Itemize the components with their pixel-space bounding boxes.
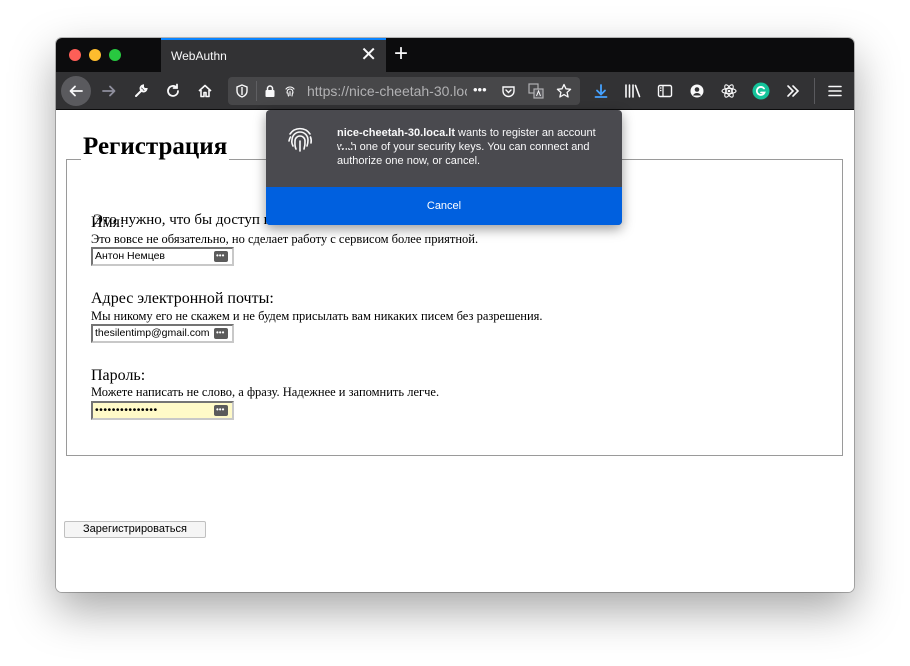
popup-message: nice-cheetah-30.loca.lt wants to registe… [337, 126, 607, 168]
name-input[interactable]: Антон Немцев [91, 247, 234, 266]
email-input[interactable]: thesilentimp@gmail.com [91, 324, 234, 343]
password-label: Пароль: [91, 367, 146, 384]
forward-button[interactable] [94, 76, 124, 106]
name-value: Антон Немцев [95, 250, 166, 262]
library-button[interactable] [618, 76, 648, 106]
wrench-icon [135, 84, 148, 97]
home-button[interactable] [190, 76, 220, 106]
react-atom-icon [721, 84, 737, 98]
password-hint: Можете написать не слово, а фразу. Надеж… [91, 385, 440, 399]
downloads-button[interactable] [586, 76, 616, 106]
password-manager-icon[interactable] [214, 326, 228, 340]
developer-tools-button[interactable] [126, 76, 156, 106]
webauthn-permission-popup: nice-cheetah-30.loca.lt wants to registe… [266, 110, 622, 225]
reload-icon [167, 83, 179, 97]
url-bar[interactable]: https://nice-cheetah-30.loca.lt ••• [228, 77, 580, 105]
tab-close-icon[interactable]: ✕ [360, 44, 377, 66]
doorhanger-arrow [339, 140, 355, 148]
pocket-icon[interactable] [500, 83, 516, 99]
name-label: Имя: [91, 214, 125, 231]
translate-icon[interactable] [528, 83, 544, 99]
hamburger-menu-icon [828, 85, 842, 97]
overflow-menu-button[interactable] [778, 76, 808, 106]
password-input[interactable]: ••••••••••••••• [91, 401, 234, 420]
cancel-button[interactable]: Cancel [266, 187, 622, 225]
register-button[interactable]: Зарегистрироваться [64, 521, 206, 538]
password-value: ••••••••••••••• [95, 404, 158, 416]
library-icon [625, 84, 641, 98]
url-bar-divider [256, 81, 257, 101]
bookmark-star-icon[interactable] [556, 83, 572, 99]
sidebar-icon [657, 84, 673, 98]
email-value: thesilentimp@gmail.com [95, 327, 210, 339]
zoom-window-button[interactable] [109, 49, 121, 61]
account-icon [690, 84, 704, 98]
sidebar-button[interactable] [650, 76, 680, 106]
tab-webauthn[interactable]: WebAuthn ✕ [161, 38, 386, 72]
tracking-protection-shield-icon[interactable] [234, 83, 250, 99]
page-actions-icon[interactable]: ••• [473, 82, 487, 97]
home-icon [198, 84, 212, 98]
back-button[interactable] [61, 76, 91, 106]
fingerprint-icon [288, 127, 312, 152]
download-icon [594, 84, 608, 98]
navigation-toolbar: https://nice-cheetah-30.loca.lt ••• [56, 72, 854, 110]
toolbar-separator [814, 78, 815, 104]
url-text[interactable]: https://nice-cheetah-30.loca.lt [307, 83, 467, 99]
account-button[interactable] [682, 76, 712, 106]
email-hint: Мы никому его не скажем и не будем присы… [91, 309, 543, 323]
arrow-right-icon [102, 85, 116, 97]
fingerprint-permission-icon[interactable] [282, 83, 298, 99]
close-window-button[interactable] [69, 49, 81, 61]
lock-icon[interactable] [262, 83, 278, 99]
chevron-double-right-icon [787, 85, 800, 97]
main-menu-button[interactable] [820, 76, 850, 106]
grammarly-button[interactable] [746, 76, 776, 106]
tab-strip: WebAuthn ✕ + [56, 38, 854, 72]
name-hint: Это вовсе не обязательно, но сделает раб… [91, 232, 479, 246]
grammarly-icon [752, 82, 770, 100]
minimize-window-button[interactable] [89, 49, 101, 61]
tab-title: WebAuthn [171, 49, 227, 63]
react-devtools-button[interactable] [714, 76, 744, 106]
page-title: Регистрация [81, 133, 230, 161]
email-label: Адрес электронной почты: [91, 290, 274, 307]
password-manager-icon[interactable] [214, 403, 228, 417]
arrow-left-icon [69, 85, 83, 97]
popup-site: nice-cheetah-30.loca.lt [337, 127, 455, 139]
new-tab-button[interactable]: + [394, 40, 408, 68]
password-manager-icon[interactable] [214, 249, 228, 263]
reload-button[interactable] [158, 76, 188, 106]
